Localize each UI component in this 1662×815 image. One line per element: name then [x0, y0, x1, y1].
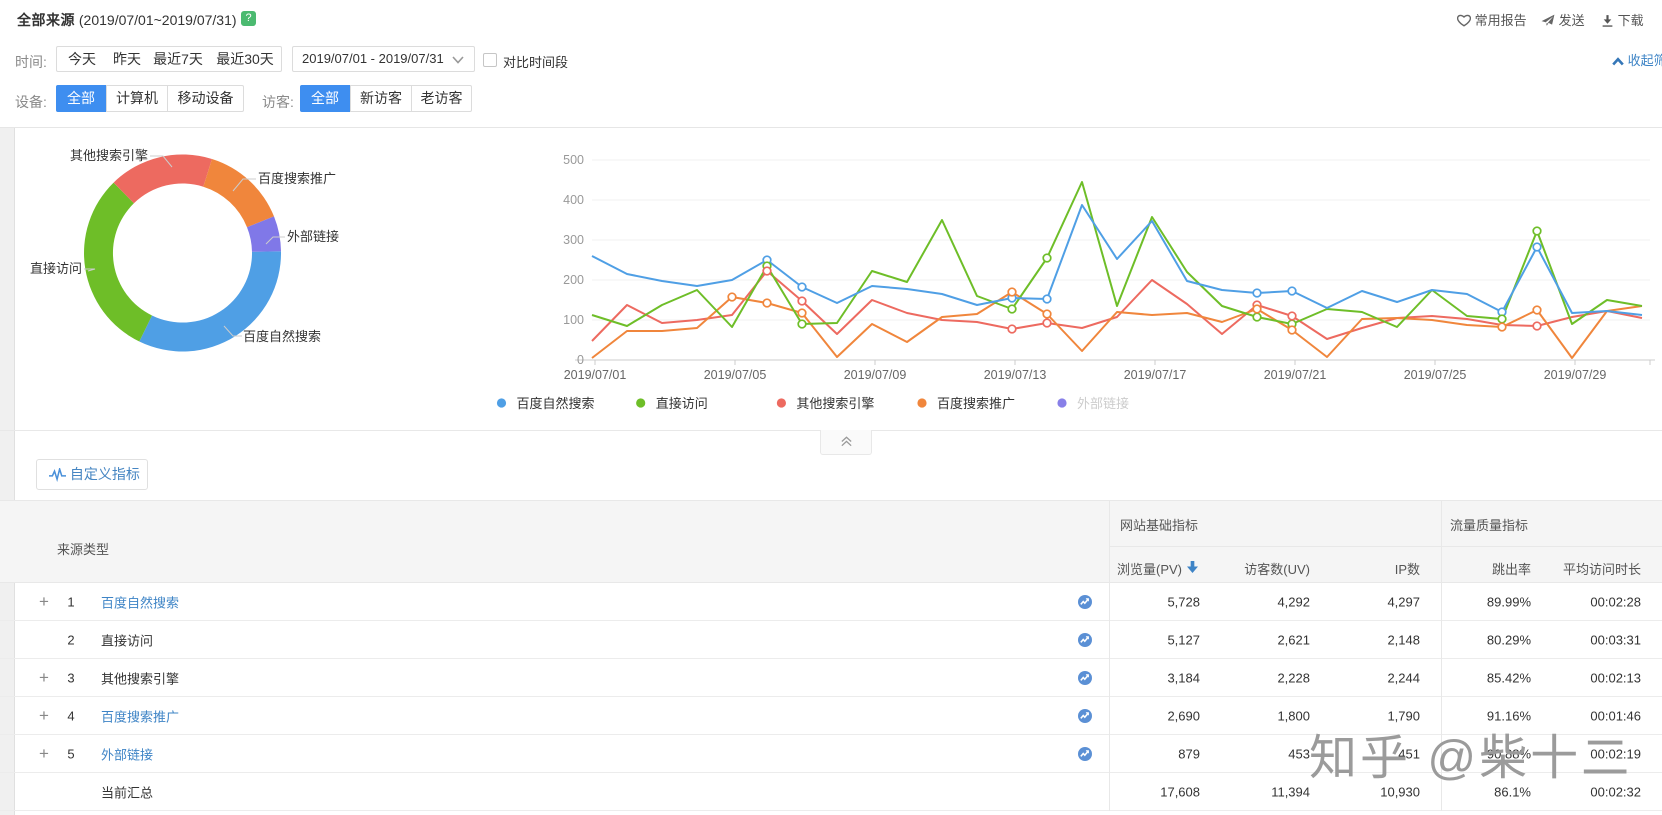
svg-text:100: 100	[563, 313, 584, 327]
svg-text:2019/07/05: 2019/07/05	[704, 368, 767, 382]
svg-text:0: 0	[577, 353, 584, 367]
svg-text:2019/07/29: 2019/07/29	[1544, 368, 1607, 382]
svg-text:2019/07/17: 2019/07/17	[1124, 368, 1187, 382]
svg-text:外部链接: 外部链接	[1077, 396, 1129, 411]
svg-text:其他搜索引擎: 其他搜索引擎	[70, 148, 148, 163]
svg-text:百度搜索推广: 百度搜索推广	[258, 171, 336, 186]
svg-text:2019/07/13: 2019/07/13	[984, 368, 1047, 382]
svg-text:其他搜索引擎: 其他搜索引擎	[796, 396, 874, 411]
svg-text:2019/07/21: 2019/07/21	[1264, 368, 1327, 382]
svg-text:200: 200	[563, 273, 584, 287]
svg-text:直接访问: 直接访问	[30, 261, 82, 276]
svg-text:直接访问: 直接访问	[656, 396, 708, 411]
svg-text:400: 400	[563, 193, 584, 207]
svg-text:300: 300	[563, 233, 584, 247]
svg-text:百度自然搜索: 百度自然搜索	[243, 329, 321, 344]
svg-text:2019/07/01: 2019/07/01	[564, 368, 627, 382]
svg-text:2019/07/25: 2019/07/25	[1404, 368, 1467, 382]
svg-text:2019/07/09: 2019/07/09	[844, 368, 907, 382]
svg-text:百度自然搜索: 百度自然搜索	[517, 396, 595, 411]
svg-text:外部链接: 外部链接	[287, 229, 339, 244]
svg-text:500: 500	[563, 153, 584, 167]
svg-text:百度搜索推广: 百度搜索推广	[937, 396, 1015, 411]
